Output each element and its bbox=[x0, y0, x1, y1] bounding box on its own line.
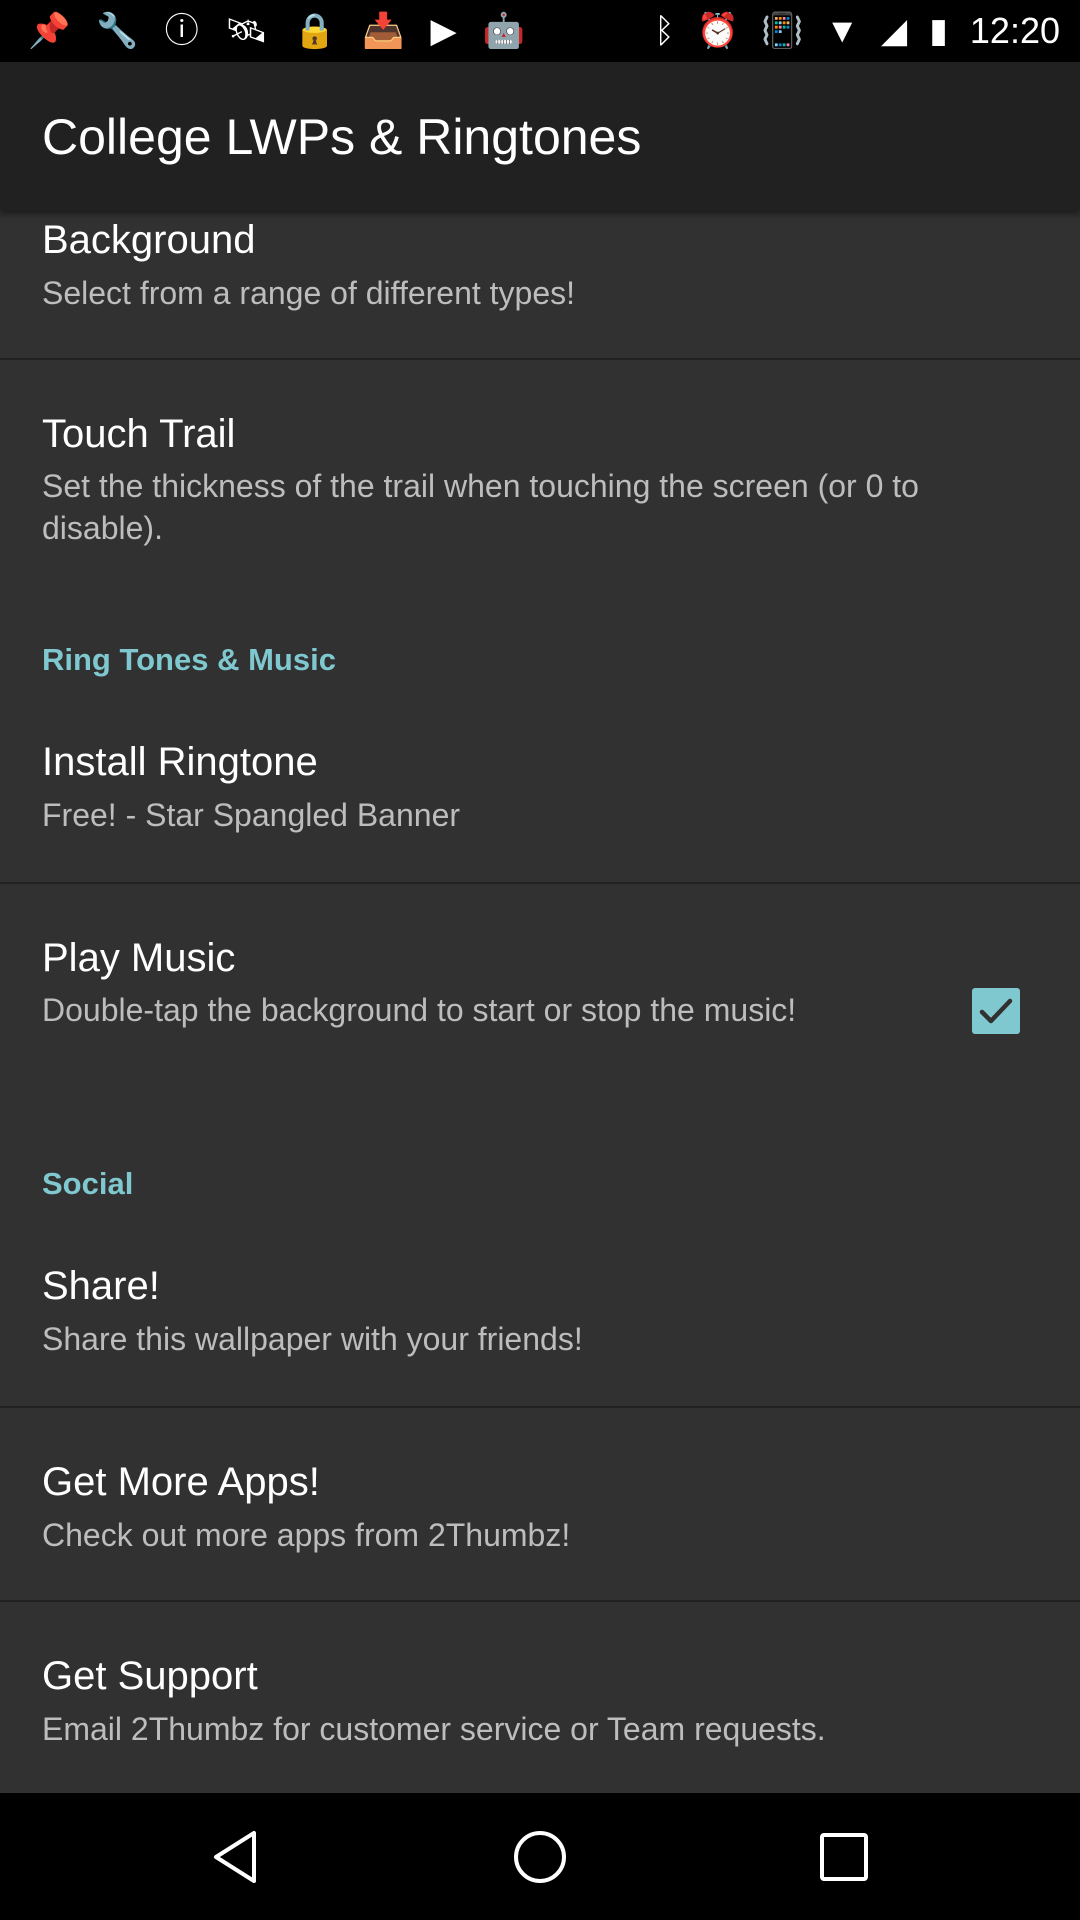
android-icon: 🤖 bbox=[482, 12, 526, 50]
home-icon[interactable] bbox=[508, 1825, 572, 1889]
signal-icon: ◢ bbox=[881, 12, 908, 50]
install-ringtone-preference[interactable]: Install Ringtone Free! - Star Spangled B… bbox=[0, 718, 1080, 874]
preference-title: Background bbox=[42, 218, 256, 262]
lock-icon: 🔒 bbox=[293, 12, 337, 50]
inbox-icon: 📥 bbox=[362, 12, 405, 50]
share-preference[interactable]: Share! Share this wallpaper with your fr… bbox=[0, 1242, 1080, 1398]
preference-title: Share! bbox=[42, 1264, 160, 1308]
app-title: College LWPs & Ringtones bbox=[42, 109, 642, 165]
preference-summary: Double-tap the background to start or st… bbox=[42, 992, 797, 1028]
preference-title: Get Support bbox=[42, 1654, 258, 1698]
preference-title: Install Ringtone bbox=[42, 740, 318, 784]
bluetooth-icon: ᛒ bbox=[654, 12, 675, 50]
preference-summary: Check out more apps from 2Thumbz! bbox=[42, 1517, 571, 1553]
vibrate-icon: 📳 bbox=[761, 12, 804, 50]
category-ringtones-music: Ring Tones & Music bbox=[42, 642, 336, 677]
check-icon bbox=[979, 998, 1013, 1024]
navigation-bar bbox=[0, 1793, 1080, 1920]
preference-title: Touch Trail bbox=[42, 412, 236, 456]
preference-title: Play Music bbox=[42, 936, 236, 980]
play-store-icon: ▶ bbox=[430, 12, 457, 50]
wrench-icon: 🔧 bbox=[96, 12, 139, 50]
clock: 12:20 bbox=[969, 10, 1060, 51]
touch-trail-preference[interactable]: Touch Trail Set the thickness of the tra… bbox=[0, 360, 1080, 558]
get-more-apps-preference[interactable]: Get More Apps! Check out more apps from … bbox=[0, 1408, 1080, 1598]
play-music-preference[interactable]: Play Music Double-tap the background to … bbox=[0, 884, 1080, 1082]
system-icons: ᛒ ⏰ 📳 ▼ ◢ ▮ 12:20 bbox=[654, 10, 1060, 52]
alert-circle-icon: ⓘ bbox=[164, 12, 199, 50]
get-support-preference[interactable]: Get Support Email 2Thumbz for customer s… bbox=[0, 1602, 1080, 1792]
app-bar: College LWPs & Ringtones bbox=[0, 62, 1080, 210]
wifi-icon: ▼ bbox=[825, 12, 860, 50]
pin-icon: 📌 bbox=[28, 12, 71, 50]
preference-title: Get More Apps! bbox=[42, 1460, 320, 1504]
battery-icon: ▮ bbox=[929, 12, 948, 50]
background-preference[interactable]: Background Select from a range of differ… bbox=[0, 210, 1080, 358]
back-icon[interactable] bbox=[204, 1825, 268, 1889]
recents-icon[interactable] bbox=[812, 1825, 876, 1889]
fake-gps-icon: 🛰 bbox=[224, 12, 268, 50]
preferences-list[interactable]: Background Select from a range of differ… bbox=[0, 210, 1080, 1793]
preference-summary: Set the thickness of the trail when touc… bbox=[42, 468, 919, 546]
notification-icons: 📌 🔧 ⓘ 🛰 🔒 📥 ▶ 🤖 bbox=[28, 10, 525, 52]
status-bar: 📌 🔧 ⓘ 🛰 🔒 📥 ▶ 🤖 ᛒ ⏰ 📳 ▼ ◢ ▮ 12:20 bbox=[0, 0, 1080, 62]
preference-summary: Select from a range of different types! bbox=[42, 275, 576, 311]
category-social: Social bbox=[42, 1166, 134, 1201]
play-music-checkbox[interactable] bbox=[972, 988, 1020, 1034]
preference-summary: Share this wallpaper with your friends! bbox=[42, 1321, 583, 1357]
preference-summary: Email 2Thumbz for customer service or Te… bbox=[42, 1711, 826, 1747]
alarm-icon: ⏰ bbox=[696, 12, 740, 50]
preference-summary: Free! - Star Spangled Banner bbox=[42, 797, 461, 833]
